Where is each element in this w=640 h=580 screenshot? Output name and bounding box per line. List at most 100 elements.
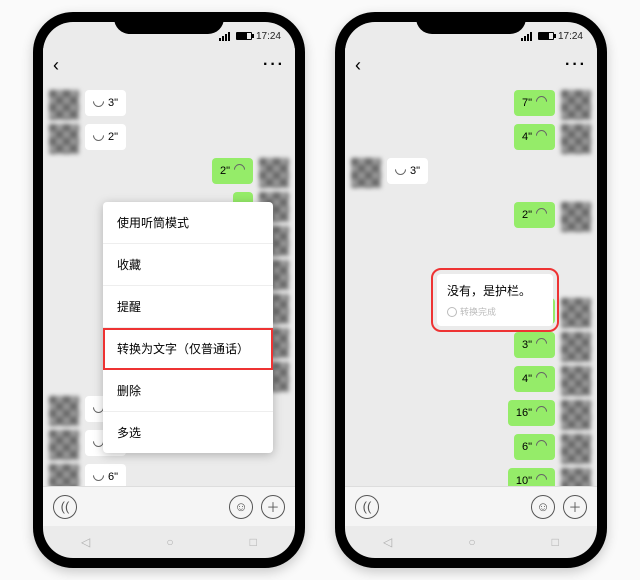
menu-item-earpiece[interactable]: 使用听筒模式	[103, 202, 273, 244]
avatar[interactable]	[49, 396, 79, 426]
voice-icon	[536, 338, 547, 352]
voice-icon	[234, 164, 245, 178]
transcription-text: 没有，是护栏。	[447, 282, 543, 299]
avatar[interactable]	[49, 464, 79, 488]
avatar[interactable]	[49, 90, 79, 120]
voice-bubble-in[interactable]: 3"	[85, 90, 126, 116]
msg-out: 4"	[351, 366, 591, 396]
more-button[interactable]: ···	[263, 56, 285, 74]
nav-recent-icon[interactable]: □	[250, 535, 257, 549]
avatar[interactable]	[561, 202, 591, 232]
screen: 17:24 ‹ ··· 7" 4" 3" 2" 9" 3" 4" 16" 6" …	[345, 22, 597, 558]
voice-icon	[395, 164, 406, 178]
msg-out: 2"	[351, 202, 591, 232]
transcription-status: 转换完成	[447, 305, 543, 318]
voice-bubble-out[interactable]: 7"	[514, 90, 555, 116]
voice-bubble-out[interactable]: 16"	[508, 400, 555, 426]
voice-input-icon[interactable]: ((	[355, 495, 379, 519]
msg-out: 3"	[351, 332, 591, 362]
avatar[interactable]	[561, 400, 591, 430]
msg-out: 6"	[351, 434, 591, 464]
msg-in: 6"	[49, 464, 289, 488]
avatar[interactable]	[561, 434, 591, 464]
menu-item-delete[interactable]: 删除	[103, 370, 273, 412]
plus-icon[interactable]: ＋	[261, 495, 285, 519]
voice-bubble-in[interactable]: 2"	[85, 124, 126, 150]
avatar[interactable]	[49, 430, 79, 460]
voice-bubble-out[interactable]: 2"	[514, 202, 555, 228]
avatar[interactable]	[561, 366, 591, 396]
back-button[interactable]: ‹	[53, 55, 59, 76]
clock: 17:24	[558, 31, 583, 42]
voice-icon	[93, 130, 104, 144]
menu-item-favorite[interactable]: 收藏	[103, 244, 273, 286]
battery-icon	[236, 32, 252, 40]
voice-bubble-out[interactable]: 10"	[508, 468, 555, 488]
voice-bubble-in[interactable]: 3"	[387, 158, 428, 184]
context-menu: 使用听筒模式 收藏 提醒 转换为文字（仅普通话） 删除 多选	[103, 202, 273, 453]
signal-icon	[219, 32, 230, 41]
avatar[interactable]	[561, 124, 591, 154]
avatar[interactable]	[561, 90, 591, 120]
menu-item-convert-text[interactable]: 转换为文字（仅普通话）	[103, 328, 273, 370]
menu-item-remind[interactable]: 提醒	[103, 286, 273, 328]
voice-bubble-in[interactable]: 6"	[85, 464, 126, 488]
avatar[interactable]	[561, 332, 591, 362]
nav-home-icon[interactable]: ○	[166, 535, 173, 549]
voice-icon	[93, 96, 104, 110]
system-nav: ◁ ○ □	[43, 526, 295, 558]
chat-navbar: ‹ ···	[43, 48, 295, 82]
battery-icon	[538, 32, 554, 40]
msg-out: 2"	[49, 158, 289, 188]
screen: 17:24 ‹ ··· 3" 2" 2"	[43, 22, 295, 558]
voice-icon	[536, 96, 547, 110]
voice-icon	[536, 372, 547, 386]
msg-out: 7"	[351, 90, 591, 120]
chat-scroll[interactable]: 3" 2" 2" 5" 2"	[43, 82, 295, 488]
signal-icon	[521, 32, 532, 41]
clock: 17:24	[256, 31, 281, 42]
system-nav: ◁ ○ □	[345, 526, 597, 558]
avatar[interactable]	[259, 158, 289, 188]
input-bar: (( ☺ ＋	[345, 486, 597, 526]
voice-bubble-out[interactable]: 6"	[514, 434, 555, 460]
msg-in: 3"	[351, 158, 591, 188]
input-bar: (( ☺ ＋	[43, 486, 295, 526]
voice-bubble-out[interactable]: 4"	[514, 366, 555, 392]
avatar[interactable]	[351, 158, 381, 188]
notch	[416, 12, 526, 34]
voice-bubble-out[interactable]: 2"	[212, 158, 253, 184]
voice-icon	[536, 208, 547, 222]
more-button[interactable]: ···	[565, 56, 587, 74]
emoji-icon[interactable]: ☺	[531, 495, 555, 519]
transcription-bubble[interactable]: 没有，是护栏。 转换完成	[437, 274, 553, 326]
notch	[114, 12, 224, 34]
voice-bubble-out[interactable]: 4"	[514, 124, 555, 150]
back-button[interactable]: ‹	[355, 55, 361, 76]
msg-out: 4"	[351, 124, 591, 154]
msg-out: 16"	[351, 400, 591, 430]
voice-icon	[536, 440, 547, 454]
plus-icon[interactable]: ＋	[563, 495, 587, 519]
nav-home-icon[interactable]: ○	[468, 535, 475, 549]
msg-in: 2"	[49, 124, 289, 154]
nav-recent-icon[interactable]: □	[552, 535, 559, 549]
chat-navbar: ‹ ···	[345, 48, 597, 82]
voice-icon	[536, 130, 547, 144]
voice-input-icon[interactable]: ((	[53, 495, 77, 519]
msg-in: 3"	[49, 90, 289, 120]
emoji-icon[interactable]: ☺	[229, 495, 253, 519]
msg-out: 10"	[351, 468, 591, 488]
nav-back-icon[interactable]: ◁	[383, 535, 392, 549]
nav-back-icon[interactable]: ◁	[81, 535, 90, 549]
avatar[interactable]	[49, 124, 79, 154]
voice-bubble-out[interactable]: 3"	[514, 332, 555, 358]
menu-item-multiselect[interactable]: 多选	[103, 412, 273, 453]
phone-mockup-left: 17:24 ‹ ··· 3" 2" 2"	[33, 12, 305, 568]
avatar[interactable]	[561, 468, 591, 488]
voice-icon	[93, 470, 104, 484]
chat-scroll[interactable]: 7" 4" 3" 2" 9" 3" 4" 16" 6" 10" 5" 没有，是护…	[345, 82, 597, 488]
voice-icon	[536, 406, 547, 420]
avatar[interactable]	[561, 298, 591, 328]
phone-mockup-right: 17:24 ‹ ··· 7" 4" 3" 2" 9" 3" 4" 16" 6" …	[335, 12, 607, 568]
